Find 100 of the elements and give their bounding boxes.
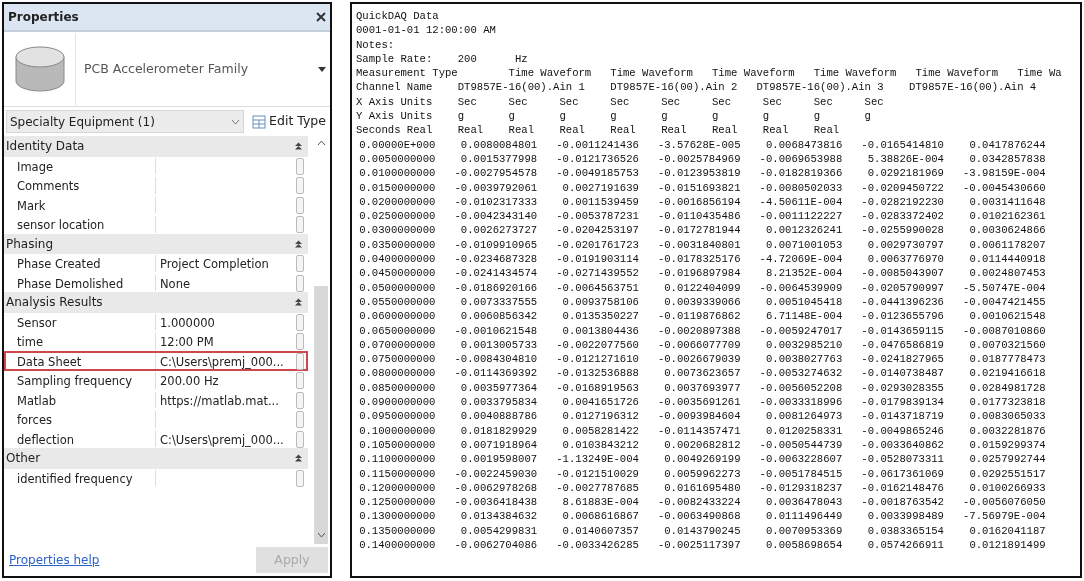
table-cell-text: 0.0020682812 xyxy=(663,437,741,453)
table-cell-text: -0.0121271610 xyxy=(555,352,639,367)
table-cell-text: 8.21352E-004 xyxy=(764,266,843,281)
group-header[interactable]: Phasing xyxy=(6,234,53,253)
row-button[interactable] xyxy=(296,469,304,487)
property-value[interactable]: C:\Users\premj_000... xyxy=(156,430,294,447)
family-name: PCB Accelerometer Family xyxy=(83,59,250,78)
row-button[interactable] xyxy=(296,333,304,350)
property-value[interactable]: 1.000000 xyxy=(156,313,294,330)
table-cell-text: -0.0114357471 xyxy=(656,423,741,438)
table-cell-text: 0.0550000000 xyxy=(358,294,436,310)
row-button[interactable] xyxy=(296,352,304,370)
row-button[interactable] xyxy=(296,372,304,389)
property-label: Phase Created xyxy=(6,255,156,272)
table-cell-text: -0.0168919563 xyxy=(555,380,639,395)
table-cell-text: 0.0019598007 xyxy=(459,452,538,467)
table-cell-text: -0.0033640862 xyxy=(860,437,944,453)
cylinder-icon xyxy=(13,45,66,93)
property-value[interactable]: https://matlab.mat... xyxy=(156,391,294,408)
table-cell-text: -0.0063228607 xyxy=(758,452,843,467)
table-cell-text: -0.0255990028 xyxy=(860,223,944,238)
table-cell-text: 0.0400000000 xyxy=(358,252,436,267)
table-cell-text: 0.0800000000 xyxy=(358,366,436,381)
table-cell-text: 0.0219416618 xyxy=(968,366,1046,381)
table-cell-text: 0.0071918964 xyxy=(459,437,538,453)
table-cell-text: 0.0070953369 xyxy=(764,523,843,538)
table-cell-text: -0.0033426285 xyxy=(555,538,639,553)
table-cell-text: 0.0083065033 xyxy=(968,409,1046,424)
table-cell-text: 0.0036478043 xyxy=(764,495,843,510)
table-cell-text: 0.1250000000 xyxy=(358,495,436,510)
table-cell-text: 0.0013005733 xyxy=(459,337,538,353)
grid-icon xyxy=(252,114,267,129)
table-cell-text: -0.0016856194 xyxy=(656,194,741,210)
table-cell-text: 0.0011539459 xyxy=(561,194,639,210)
table-cell-text: -0.0050544739 xyxy=(758,437,843,453)
property-value[interactable]: 200.00 Hz xyxy=(156,372,294,389)
row-button[interactable] xyxy=(296,313,304,331)
property-label: Phase Demolished xyxy=(6,274,156,291)
table-cell-text: 0.0035977364 xyxy=(459,380,538,395)
table-cell-text: 0.0342857838 xyxy=(968,151,1046,167)
property-value[interactable]: 12:00 PM xyxy=(156,333,294,350)
group-header[interactable]: Other xyxy=(6,449,41,468)
table-cell-text: -0.0022077560 xyxy=(555,337,639,353)
table-cell-text: -0.0087010860 xyxy=(962,323,1046,338)
table-cell-text: -0.0151693821 xyxy=(656,180,741,195)
property-value[interactable]: Project Completion xyxy=(156,255,294,272)
table-cell-text: 0.0026273727 xyxy=(459,223,538,238)
row-button[interactable] xyxy=(296,216,304,233)
table-cell-text: -0.0063490868 xyxy=(656,509,741,524)
table-cell-text: -0.0064539909 xyxy=(758,280,843,295)
row-button[interactable] xyxy=(296,255,304,272)
edit-type-button[interactable]: Edit Type xyxy=(250,112,328,131)
row-button[interactable] xyxy=(296,177,304,194)
row-button[interactable] xyxy=(296,274,304,292)
property-label: Image xyxy=(6,157,156,174)
table-cell-text: -0.0165414810 xyxy=(860,137,944,152)
scroll-down-icon[interactable] xyxy=(316,532,326,538)
table-cell-text: 0.0284981728 xyxy=(968,380,1046,395)
row-button[interactable] xyxy=(296,157,304,175)
table-cell-text: -0.0114369392 xyxy=(453,366,538,381)
table-cell-text: 0.1300000000 xyxy=(358,509,436,524)
text-line: Measurement Type Time Waveform Time Waveform Time Waveform Time Waveform Time Waveform Time Wa xyxy=(356,66,1062,81)
table-cell-text: 0.0039339066 xyxy=(663,294,741,310)
table-cell-text: 0.0103843212 xyxy=(561,437,639,453)
collapse-icon[interactable] xyxy=(295,142,302,151)
table-cell-text: -0.0082433224 xyxy=(656,495,741,510)
table-cell-text: -0.0196897984 xyxy=(656,266,741,281)
table-cell-text: -0.0020897388 xyxy=(656,323,741,338)
table-cell-text: -0.0109910965 xyxy=(453,237,538,253)
row-button[interactable] xyxy=(296,430,304,448)
table-cell-text: 0.0033998489 xyxy=(866,509,944,524)
collapse-icon[interactable] xyxy=(295,454,302,463)
table-cell-text: -5.50747E-004 xyxy=(962,280,1046,295)
table-cell-text: -0.0441396236 xyxy=(860,294,944,310)
table-cell-text: 0.0292181969 xyxy=(866,166,944,181)
table-cell-text: -0.0080502033 xyxy=(758,180,843,195)
table-cell-text: 0.0950000000 xyxy=(358,409,436,424)
property-label: Mark xyxy=(6,196,156,213)
row-button[interactable] xyxy=(296,196,304,214)
table-cell-text: 0.0161695480 xyxy=(663,480,741,496)
collapse-icon[interactable] xyxy=(295,239,302,248)
table-cell-text: -1.13249E-004 xyxy=(555,452,639,467)
property-value[interactable]: None xyxy=(156,274,294,291)
row-button[interactable] xyxy=(296,411,304,428)
property-value[interactable]: C:\Users\premj_000... xyxy=(156,352,294,369)
row-button[interactable] xyxy=(296,391,304,409)
help-link[interactable]: Properties help xyxy=(9,551,100,569)
table-cell-text: -0.0204253197 xyxy=(555,223,639,238)
property-label: sensor location xyxy=(6,216,156,233)
table-cell-text: 0.0050000000 xyxy=(358,151,436,167)
collapse-icon[interactable] xyxy=(295,298,302,307)
property-label: Matlab xyxy=(6,391,156,408)
category-dropdown[interactable]: Specialty Equipment (1) xyxy=(6,110,245,133)
table-cell-text: 0.1350000000 xyxy=(358,523,436,538)
close-icon[interactable] xyxy=(316,12,326,22)
table-cell-text: -0.0140738487 xyxy=(860,366,944,381)
caret-icon[interactable] xyxy=(318,66,326,72)
table-cell-text: 0.0150000000 xyxy=(358,180,436,195)
table-cell-text: 0.0058281422 xyxy=(561,423,639,438)
scroll-up-icon[interactable] xyxy=(316,140,326,146)
